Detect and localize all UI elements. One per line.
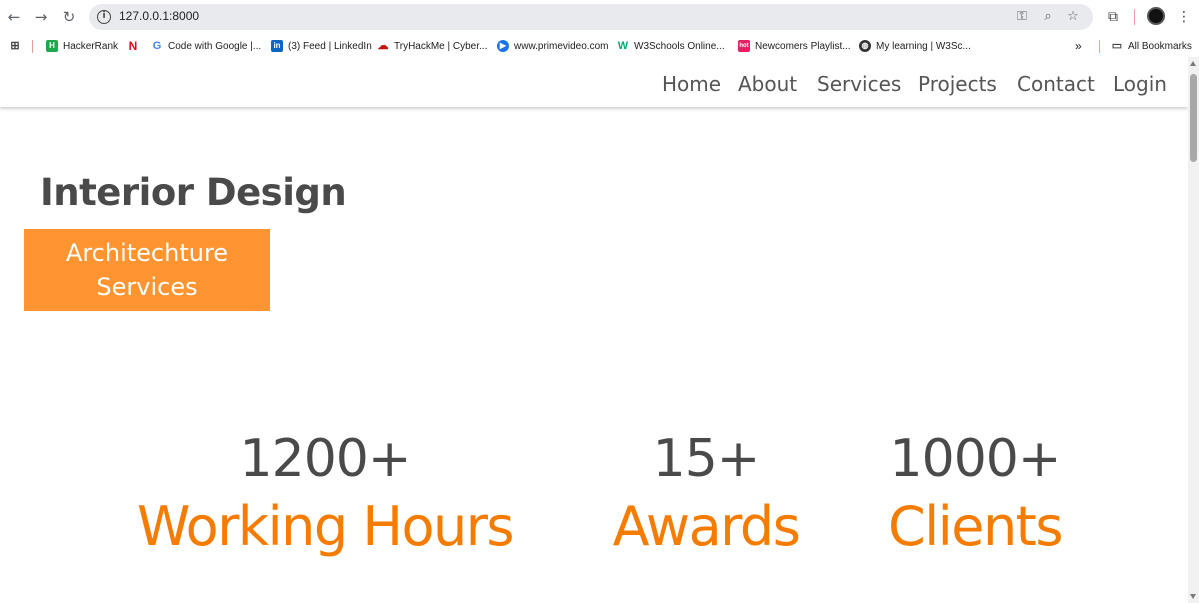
back-icon[interactable]: ← xyxy=(4,8,24,26)
bookmark-primevideo[interactable]: ▶ www.primevideo.com xyxy=(497,39,608,53)
bookmark-tryhackme[interactable]: ☁ TryHackMe | Cyber... xyxy=(377,39,488,53)
hackerrank-icon: H xyxy=(46,40,58,52)
forward-icon[interactable]: → xyxy=(31,8,51,26)
profile-avatar[interactable] xyxy=(1147,7,1165,25)
bookmark-label: Newcomers Playlist... xyxy=(755,40,851,52)
bookmark-hackerrank[interactable]: H HackerRank xyxy=(46,39,118,53)
bookmark-newcomers-playlist[interactable]: hot Newcomers Playlist... xyxy=(738,39,851,53)
stat-number: 1000+ xyxy=(889,429,1062,489)
scroll-up-arrow-icon[interactable] xyxy=(1190,61,1196,66)
nav-login[interactable]: Login xyxy=(1113,72,1167,96)
badge-line-2: Services xyxy=(96,273,198,301)
more-bookmarks-button[interactable]: » xyxy=(1075,39,1082,53)
playlist-icon: hot xyxy=(738,40,750,52)
bookmark-netflix[interactable]: N xyxy=(127,39,144,53)
apps-grid-icon[interactable]: ⊞ xyxy=(9,39,26,53)
w3schools-icon: W xyxy=(617,40,629,52)
page-scrollbar[interactable] xyxy=(1188,57,1199,603)
reload-icon[interactable]: ↻ xyxy=(59,8,79,26)
netflix-icon: N xyxy=(128,39,138,53)
hero-title: Interior Design xyxy=(40,171,347,214)
scroll-thumb[interactable] xyxy=(1190,74,1197,162)
bookmark-label: HackerRank xyxy=(63,40,119,52)
bookmark-label: (3) Feed | LinkedIn xyxy=(288,40,372,52)
site-navbar: Home About Services Projects Contact Log… xyxy=(0,57,1188,107)
extensions-icon[interactable]: ⧉ xyxy=(1104,8,1122,26)
stat-number: 15+ xyxy=(652,429,761,489)
bookmark-code-with-google[interactable]: G Code with Google |... xyxy=(151,39,261,53)
folder-icon: ▭ xyxy=(1111,40,1123,52)
stat-clients: 1000+ Clients xyxy=(865,429,1085,558)
scroll-down-arrow-icon[interactable] xyxy=(1190,594,1196,599)
bookmark-label: www.primevideo.com xyxy=(514,40,609,52)
nav-contact[interactable]: Contact xyxy=(1017,72,1095,96)
menu-kebab-icon[interactable]: ⋮ xyxy=(1175,8,1193,26)
bookmark-star-icon[interactable]: ☆ xyxy=(1065,9,1081,25)
bookmark-label: All Bookmarks xyxy=(1128,40,1192,52)
bookmark-label: My learning | W3Sc... xyxy=(876,40,971,52)
nav-about[interactable]: About xyxy=(738,72,797,96)
browser-toolbar: ← → ↻ i 127.0.0.1:8000 ⚿ ⌕ ☆ ⧉ ⋮ xyxy=(0,0,1199,35)
nav-projects[interactable]: Projects xyxy=(918,72,997,96)
nav-home[interactable]: Home xyxy=(662,72,721,96)
tryhackme-icon: ☁ xyxy=(377,40,389,52)
services-badge: Architechture Services xyxy=(24,229,270,311)
globe-icon: ◍ xyxy=(859,40,871,52)
zoom-icon[interactable]: ⌕ xyxy=(1040,9,1056,25)
password-key-icon[interactable]: ⚿ xyxy=(1014,9,1030,25)
bookmark-my-learning[interactable]: ◍ My learning | W3Sc... xyxy=(859,39,971,53)
toolbar-divider xyxy=(1134,9,1135,25)
bookmarks-divider xyxy=(1099,40,1100,53)
primevideo-icon: ▶ xyxy=(497,40,509,52)
badge-line-1: Architechture xyxy=(65,239,229,267)
all-bookmarks-button[interactable]: ▭ All Bookmarks xyxy=(1111,39,1192,53)
site-info-icon[interactable]: i xyxy=(97,10,111,24)
stat-working-hours: 1200+ Working Hours xyxy=(110,429,540,558)
bookmark-label: TryHackMe | Cyber... xyxy=(394,40,488,52)
nav-services[interactable]: Services xyxy=(817,72,901,96)
google-icon: G xyxy=(152,40,162,52)
bookmarks-divider xyxy=(32,40,33,53)
grid-icon: ⊞ xyxy=(10,40,20,52)
address-bar[interactable]: i 127.0.0.1:8000 ⚿ ⌕ ☆ xyxy=(89,4,1093,30)
stat-awards: 15+ Awards xyxy=(590,429,822,558)
bookmark-label: W3Schools Online... xyxy=(634,40,725,52)
page-viewport: Home About Services Projects Contact Log… xyxy=(0,57,1188,603)
stat-label: Clients xyxy=(888,495,1063,558)
bookmark-label: Code with Google |... xyxy=(168,40,262,52)
stat-label: Working Hours xyxy=(136,495,515,558)
bookmarks-bar: ⊞ H HackerRank N G Code with Google |...… xyxy=(0,35,1199,57)
linkedin-icon: in xyxy=(271,40,283,52)
address-url[interactable]: 127.0.0.1:8000 xyxy=(119,9,199,23)
stat-number: 1200+ xyxy=(239,429,412,489)
bookmark-linkedin[interactable]: in (3) Feed | LinkedIn xyxy=(271,39,372,53)
stat-label: Awards xyxy=(612,495,801,558)
bookmark-w3schools[interactable]: W W3Schools Online... xyxy=(617,39,725,53)
